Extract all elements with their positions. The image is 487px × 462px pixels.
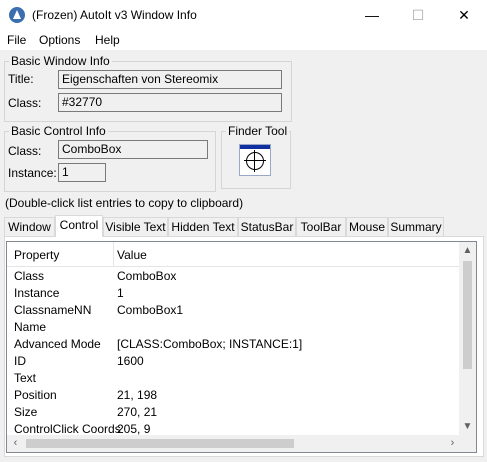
window-class-label: Class: (8, 96, 42, 110)
vertical-scrollbar[interactable]: ▲ ▼ (459, 242, 476, 435)
row-value: 1 (117, 286, 124, 300)
row-property: Name (14, 320, 47, 334)
control-class-field[interactable]: ComboBox (58, 140, 208, 159)
tab-statusbar[interactable]: StatusBar (238, 217, 296, 236)
vertical-scroll-thumb[interactable] (463, 261, 472, 369)
list-row[interactable]: Class ComboBox (7, 269, 462, 286)
column-header-value[interactable]: Value (117, 248, 147, 262)
tab-summary[interactable]: Summary (388, 217, 444, 236)
control-instance-field[interactable]: 1 (58, 163, 106, 182)
basic-control-info-legend: Basic Control Info (11, 124, 106, 138)
row-value: 205, 9 (117, 422, 151, 436)
row-value: ComboBox1 (117, 303, 184, 317)
scroll-down-icon[interactable]: ▼ (459, 418, 476, 435)
row-property: Text (14, 371, 37, 385)
list-header: Property Value (7, 242, 462, 267)
horizontal-scroll-thumb[interactable] (26, 439, 294, 448)
row-value: ComboBox (117, 269, 177, 283)
scroll-left-icon[interactable]: ‹ (7, 435, 24, 452)
row-property: Class (14, 269, 45, 283)
row-property: ControlClick Coords (14, 422, 121, 436)
column-header-property[interactable]: Property (14, 248, 59, 262)
property-list[interactable]: Property Value Class ComboBox Instance 1… (6, 241, 477, 453)
row-value: [CLASS:ComboBox; INSTANCE:1] (117, 337, 303, 351)
list-row[interactable]: Position 21, 198 (7, 388, 462, 405)
clipboard-hint: (Double-click list entries to copy to cl… (5, 196, 244, 210)
list-row[interactable]: ClassnameNN ComboBox1 (7, 303, 462, 320)
menu-bar: File Options Help (0, 30, 487, 50)
control-instance-label: Instance: (8, 166, 57, 180)
menu-file[interactable]: File (7, 33, 26, 47)
row-property: ClassnameNN (14, 303, 92, 317)
scrollbar-corner (459, 435, 476, 452)
autoit-app-icon (9, 7, 25, 23)
menu-options[interactable]: Options (39, 33, 80, 47)
row-value: 1600 (117, 354, 144, 368)
list-row[interactable]: Name (7, 320, 462, 337)
title-bar: (Frozen) AutoIt v3 Window Info — ☐ ✕ (0, 0, 487, 30)
tab-strip: Window Control Visible Text Hidden Text … (4, 215, 444, 237)
scroll-up-icon[interactable]: ▲ (459, 242, 476, 259)
window-title: (Frozen) AutoIt v3 Window Info (32, 8, 197, 22)
tab-visible-text[interactable]: Visible Text (103, 217, 168, 236)
list-row[interactable]: Size 270, 21 (7, 405, 462, 422)
tab-window[interactable]: Window (4, 217, 55, 236)
control-class-label: Class: (8, 144, 42, 158)
basic-window-info-legend: Basic Window Info (11, 54, 110, 68)
menu-help[interactable]: Help (95, 33, 120, 47)
window-title-label: Title: (8, 72, 34, 86)
maximize-button[interactable]: ☐ (395, 0, 441, 30)
tab-mouse[interactable]: Mouse (346, 217, 388, 236)
list-row[interactable]: Instance 1 (7, 286, 462, 303)
finder-tool-legend: Finder Tool (228, 124, 288, 138)
tab-toolbar[interactable]: ToolBar (296, 217, 346, 236)
horizontal-scrollbar[interactable]: ‹ › (7, 435, 461, 452)
row-value: 270, 21 (117, 405, 158, 419)
window-title-field[interactable]: Eigenschaften von Stereomix (58, 70, 282, 89)
row-property: Advanced Mode (14, 337, 101, 351)
window-class-field[interactable]: #32770 (58, 93, 282, 112)
row-property: ID (14, 354, 26, 368)
tab-control[interactable]: Control (55, 215, 103, 237)
column-divider[interactable] (113, 242, 114, 266)
row-property: Instance (14, 286, 60, 300)
row-property: Position (14, 388, 57, 402)
row-value: 21, 198 (117, 388, 158, 402)
list-row[interactable]: ID 1600 (7, 354, 462, 371)
row-property: Size (14, 405, 38, 419)
list-row[interactable]: Advanced Mode [CLASS:ComboBox; INSTANCE:… (7, 337, 462, 354)
tab-hidden-text[interactable]: Hidden Text (168, 217, 238, 236)
crosshair-icon[interactable] (239, 144, 271, 176)
close-button[interactable]: ✕ (441, 0, 487, 30)
list-row[interactable]: Text (7, 371, 462, 388)
minimize-button[interactable]: — (349, 0, 395, 30)
